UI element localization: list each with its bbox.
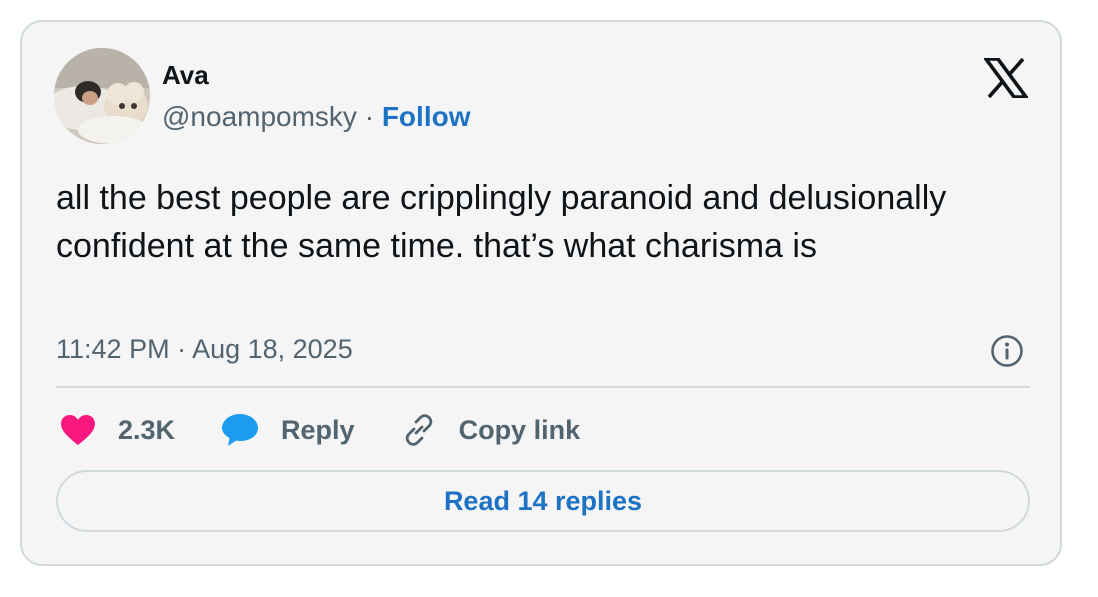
link-icon (401, 412, 437, 448)
info-icon[interactable] (990, 334, 1024, 368)
like-count: 2.3K (118, 414, 176, 445)
divider (56, 386, 1030, 388)
author-name[interactable]: Ava (162, 60, 209, 90)
avatar[interactable] (54, 48, 150, 144)
speech-bubble-icon (221, 413, 259, 447)
action-bar: 2.3K Reply Copy link (60, 410, 626, 450)
tweet-timestamp[interactable]: 11:42 PM · Aug 18, 2025 (56, 332, 353, 366)
copy-link-button[interactable]: Copy link (401, 412, 581, 448)
x-logo-icon[interactable] (982, 57, 1030, 99)
tweet-card: Ava @noampomsky · Follow all the best pe… (20, 20, 1062, 566)
read-replies-button[interactable]: Read 14 replies (56, 470, 1030, 532)
separator-dot: · (364, 101, 375, 132)
author-handle-row: @noampomsky · Follow (162, 100, 470, 134)
heart-icon (60, 414, 96, 446)
like-button[interactable]: 2.3K (60, 414, 175, 446)
reply-label: Reply (281, 414, 355, 445)
follow-button[interactable]: Follow (382, 101, 471, 132)
reply-button[interactable]: Reply (221, 413, 355, 447)
avatar-photo (54, 48, 150, 144)
tweet-text: all the best people are cripplingly para… (56, 179, 947, 265)
copy-link-label: Copy link (458, 414, 581, 445)
author-handle[interactable]: @noampomsky (162, 101, 357, 132)
